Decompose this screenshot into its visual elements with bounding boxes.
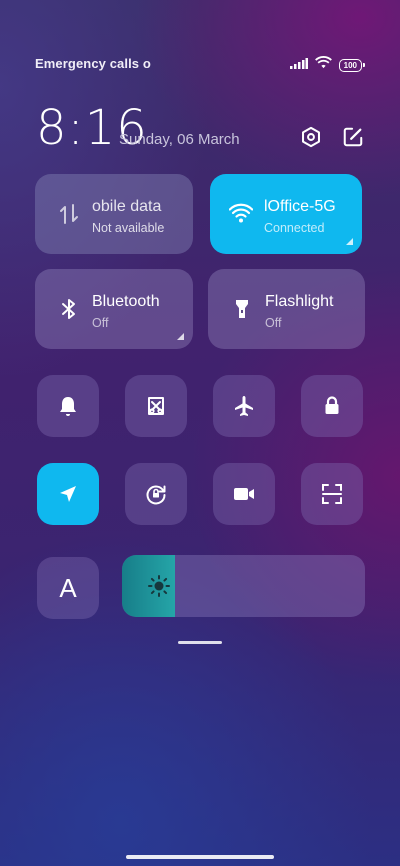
emergency-calls-text: Emergency calls o <box>35 56 151 71</box>
scanner-toggle[interactable] <box>301 463 363 525</box>
drag-handle[interactable] <box>178 641 222 644</box>
sun-icon <box>148 575 170 597</box>
video-camera-icon <box>234 488 254 500</box>
bluetooth-icon <box>62 299 75 319</box>
airplane-mode-toggle[interactable] <box>213 375 275 437</box>
mobile-data-label: obile data <box>92 198 162 215</box>
bluetooth-tile[interactable]: Bluetooth Off <box>35 269 193 349</box>
wifi-tile[interactable]: lOffice-5G Connected <box>210 174 362 254</box>
lock-icon <box>325 396 339 414</box>
wifi-status: Connected <box>264 221 325 235</box>
wifi-icon <box>229 203 253 223</box>
screen-recorder-toggle[interactable] <box>213 463 275 525</box>
rotation-lock-toggle[interactable] <box>125 463 187 525</box>
bell-icon <box>60 397 76 416</box>
signal-icon <box>289 56 308 74</box>
bluetooth-status: Off <box>92 316 109 330</box>
wifi-menu-indicator[interactable] <box>346 238 353 245</box>
navigation-gesture-bar[interactable] <box>126 855 274 859</box>
bluetooth-menu-indicator[interactable] <box>177 333 184 340</box>
bluetooth-label: Bluetooth <box>92 293 160 310</box>
edit-icon[interactable] <box>340 124 366 150</box>
flashlight-label: Flashlight <box>265 293 334 310</box>
settings-icon[interactable] <box>298 124 324 150</box>
auto-brightness-label: A <box>59 572 77 603</box>
wifi-label: lOffice-5G <box>264 198 336 215</box>
status-bar: Emergency calls o 100 <box>0 0 400 72</box>
rotation-lock-icon <box>146 485 166 505</box>
clock-date[interactable]: Sunday, 06 March <box>119 131 240 148</box>
location-icon <box>60 486 76 502</box>
header-actions <box>298 124 366 150</box>
flashlight-status: Off <box>265 316 282 330</box>
flashlight-icon <box>236 300 248 318</box>
screenshot-toggle[interactable] <box>125 375 187 437</box>
mobile-data-icon <box>60 204 78 224</box>
flashlight-tile[interactable]: Flashlight Off <box>208 269 365 349</box>
airplane-icon <box>235 396 253 416</box>
mobile-data-tile[interactable]: obile data Not available <box>35 174 193 254</box>
battery-indicator: 100 <box>338 58 365 72</box>
brightness-slider[interactable] <box>122 555 365 617</box>
mobile-data-status: Not available <box>92 221 165 235</box>
status-icons: 100 <box>289 56 365 74</box>
location-toggle[interactable] <box>37 463 99 525</box>
scanner-icon <box>322 484 342 504</box>
lock-screen-toggle[interactable] <box>301 375 363 437</box>
wifi-icon <box>314 56 332 74</box>
auto-brightness-button[interactable]: A <box>37 557 99 619</box>
silent-mode-toggle[interactable] <box>37 375 99 437</box>
screenshot-icon <box>148 397 164 415</box>
